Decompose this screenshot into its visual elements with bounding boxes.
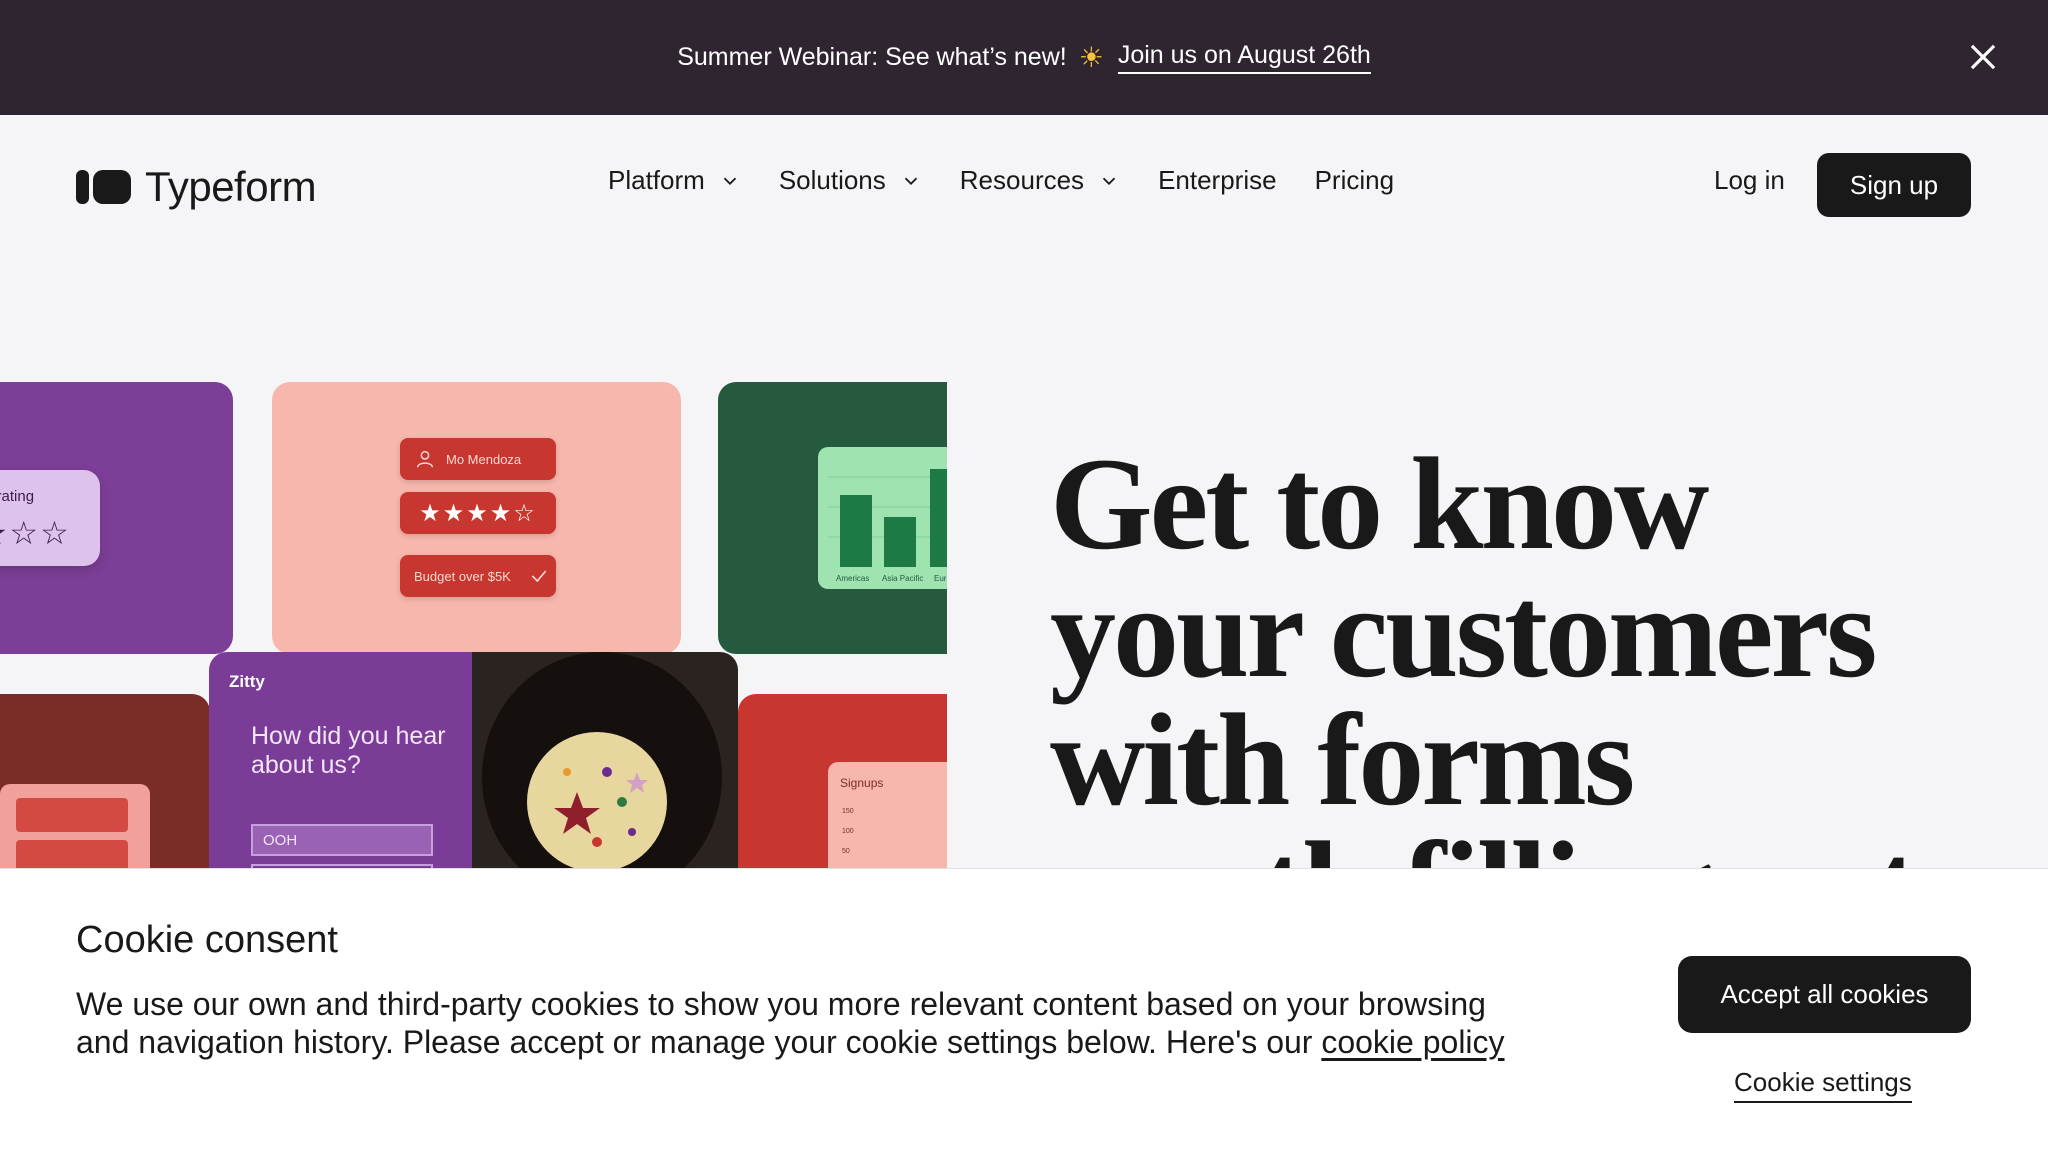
bar-card <box>0 784 150 870</box>
cookie-policy-link[interactable]: cookie policy <box>1321 1024 1504 1060</box>
close-icon[interactable] <box>1964 38 2002 76</box>
nav-pricing[interactable]: Pricing <box>1315 165 1394 196</box>
nav-resources[interactable]: Resources <box>960 165 1120 196</box>
bar-graphic <box>16 840 128 870</box>
axis-tick: 100 <box>842 828 854 835</box>
nav-label: Platform <box>608 165 705 195</box>
nav-enterprise[interactable]: Enterprise <box>1158 165 1277 196</box>
rating-tile: erage rating ★★☆☆ <box>0 382 233 654</box>
sprinkles-graphic <box>554 767 648 847</box>
rating-stars: ★★☆☆ <box>0 515 71 551</box>
nav-label: Pricing <box>1314 165 1395 195</box>
chart-label: Americas <box>836 574 869 583</box>
signups-tile: Signups 150 100 50 <box>738 694 947 870</box>
typeform-logo-icon <box>76 170 131 204</box>
signup-button[interactable]: Sign up <box>1817 153 1971 217</box>
nav-solutions[interactable]: Solutions <box>779 165 922 196</box>
axis-tick: 50 <box>842 848 850 855</box>
announcement-bar: Summer Webinar: See what’s new! ☀ Join u… <box>0 0 2048 115</box>
chart-tile: Americas Asia Pacific Euro <box>718 382 947 654</box>
axis-tick: 150 <box>842 808 854 815</box>
cookie-consent-banner: Cookie consent We use our own and third-… <box>0 868 2048 1152</box>
signups-card: Signups 150 100 50 <box>828 762 947 870</box>
nav-label: Enterprise <box>1158 165 1277 195</box>
cookie-plate-image <box>527 732 667 870</box>
rating-card: erage rating ★★☆☆ <box>0 470 100 566</box>
signups-title: Signups <box>840 776 884 790</box>
cookie-body: We use our own and third-party cookies t… <box>76 985 1546 1061</box>
nav-label: Resources <box>959 165 1085 195</box>
announcement-message: Summer Webinar: See what’s new! <box>677 43 1067 71</box>
zitty-logo: Zitty <box>229 672 265 691</box>
chevron-down-icon <box>1102 177 1116 185</box>
stars-pill: ★★★★☆ <box>400 492 556 534</box>
cookie-title: Cookie consent <box>76 919 338 961</box>
name-pill-text: Mo Mendoza <box>446 451 522 467</box>
brown-tile <box>0 694 210 870</box>
chevron-down-icon <box>723 177 736 185</box>
zitty-answer-field: OOH <box>251 824 433 856</box>
chart-label: Asia Pacific <box>882 574 923 583</box>
rating-label: erage rating <box>0 488 35 505</box>
budget-pill-text: Budget over $5K <box>414 568 511 584</box>
budget-pill: Budget over $5K <box>400 555 556 597</box>
nav-platform[interactable]: Platform <box>608 165 741 196</box>
chart-label: Euro <box>934 574 947 583</box>
zitty-question: How did you hear about us? <box>251 722 446 779</box>
chevron-down-icon <box>904 177 917 185</box>
bar-chart-graphic: Americas Asia Pacific Euro <box>828 469 947 583</box>
nav-label: Solutions <box>778 165 886 195</box>
main-nav: Platform Solutions Resources Enterprise … <box>608 165 1432 196</box>
brand-name: Typeform <box>145 163 317 210</box>
chart-card: Americas Asia Pacific Euro <box>818 447 947 589</box>
form-tile: Mo Mendoza ★★★★☆ Budget over $5K <box>272 382 681 654</box>
person-icon <box>416 450 434 468</box>
webinar-link[interactable]: Join us on August 26th <box>1117 41 1371 74</box>
bar-graphic <box>16 798 128 832</box>
sun-emoji-icon: ☀ <box>1078 42 1104 73</box>
login-link[interactable]: Log in <box>1714 165 1785 196</box>
cookie-settings-link[interactable]: Cookie settings <box>1734 1067 1912 1103</box>
name-pill: Mo Mendoza <box>400 438 556 480</box>
site-header: Typeform Platform Solutions Resources En… <box>0 115 2048 255</box>
accept-cookies-button[interactable]: Accept all cookies <box>1678 956 1971 1033</box>
cookie-body-text: We use our own and third-party cookies t… <box>76 986 1486 1060</box>
check-icon <box>531 570 547 583</box>
typeform-logo[interactable]: Typeform <box>76 163 317 211</box>
photo-tile <box>472 652 738 870</box>
zitty-tile: Zitty How did you hear about us? OOH <box>209 652 474 870</box>
hero-collage: erage rating ★★☆☆ Mo Mendoza ★★★★☆ Budge… <box>0 382 947 870</box>
